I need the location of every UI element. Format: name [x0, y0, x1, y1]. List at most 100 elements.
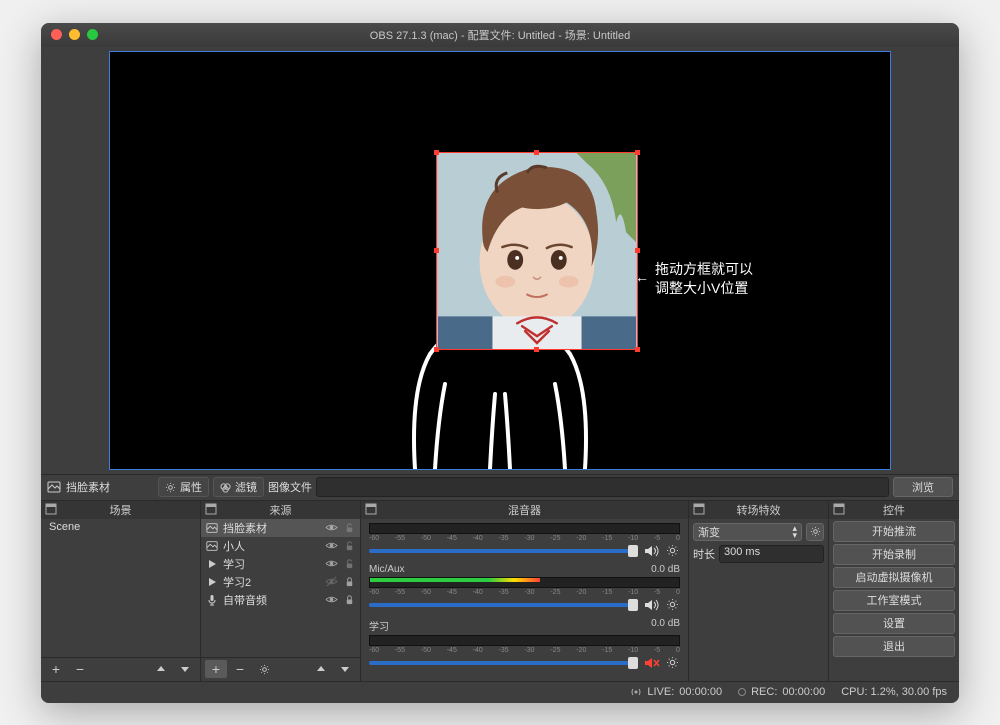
- source-name: 小人: [223, 538, 320, 554]
- file-path-field[interactable]: [316, 477, 889, 497]
- properties-button[interactable]: 属性: [158, 477, 209, 497]
- vu-meter: [369, 635, 680, 646]
- maximize-icon[interactable]: [87, 29, 98, 40]
- resize-handle[interactable]: [434, 150, 439, 155]
- filters-button[interactable]: 滤镜: [213, 477, 264, 497]
- source-item[interactable]: 学习2: [201, 573, 360, 591]
- resize-handle[interactable]: [635, 150, 640, 155]
- media-icon: [205, 575, 219, 589]
- meter-ticks: -60-55-50-45-40-35-30-25-20-15-10-50: [369, 535, 680, 542]
- duration-label: 时长: [693, 546, 715, 562]
- source-item[interactable]: 学习: [201, 555, 360, 573]
- live-status: LIVE: 00:00:00: [630, 686, 722, 698]
- slider-thumb[interactable]: [628, 599, 638, 611]
- scene-item[interactable]: Scene: [41, 519, 200, 535]
- resize-handle[interactable]: [534, 347, 539, 352]
- media-icon: [205, 557, 219, 571]
- mixer-panel: 混音器 -60-55-50-45-40-35-30-25-20-15-10-50…: [361, 501, 689, 681]
- lock-toggle[interactable]: [342, 557, 356, 571]
- volume-slider[interactable]: [369, 549, 638, 553]
- minimize-icon[interactable]: [69, 29, 80, 40]
- remove-button[interactable]: −: [229, 660, 251, 678]
- lock-toggle[interactable]: [342, 539, 356, 553]
- source-item[interactable]: 挡脸素材: [201, 519, 360, 537]
- visibility-toggle[interactable]: [324, 557, 338, 571]
- control-button[interactable]: 启动虚拟摄像机: [833, 567, 955, 588]
- resize-handle[interactable]: [434, 347, 439, 352]
- resize-handle[interactable]: [635, 347, 640, 352]
- volume-slider[interactable]: [369, 661, 638, 665]
- controls-panel: 控件 开始推流开始录制启动虚拟摄像机工作室模式设置退出: [829, 501, 959, 681]
- add-button[interactable]: +: [45, 660, 67, 678]
- source-settings-button[interactable]: [253, 660, 275, 678]
- speaker-mute-icon[interactable]: [644, 656, 660, 670]
- browse-button[interactable]: 浏览: [893, 477, 953, 497]
- source-item[interactable]: 自带音频: [201, 591, 360, 609]
- scenes-panel: 场景 Scene + −: [41, 501, 201, 681]
- transition-type-select[interactable]: 渐变 ▴▾: [693, 523, 802, 541]
- control-button[interactable]: 退出: [833, 636, 955, 657]
- control-button[interactable]: 开始推流: [833, 521, 955, 542]
- slider-thumb[interactable]: [628, 545, 638, 557]
- preview-canvas[interactable]: 拖动方框就可以 调整大小V位置: [109, 51, 891, 470]
- move-down-button[interactable]: [174, 660, 196, 678]
- control-button[interactable]: 工作室模式: [833, 590, 955, 611]
- panel-title: 控件: [883, 502, 905, 518]
- source-item[interactable]: 小人: [201, 537, 360, 555]
- panel-title: 场景: [110, 502, 132, 518]
- selected-source-label: 挡脸素材: [47, 479, 110, 495]
- add-button[interactable]: +: [205, 660, 227, 678]
- dock-icon[interactable]: [365, 503, 377, 515]
- record-dot-icon: [738, 688, 746, 696]
- mixer-channel: -60-55-50-45-40-35-30-25-20-15-10-50: [361, 519, 688, 562]
- control-button[interactable]: 设置: [833, 613, 955, 634]
- control-button[interactable]: 开始录制: [833, 544, 955, 565]
- resize-handle[interactable]: [434, 248, 439, 253]
- sources-list[interactable]: 挡脸素材 小人 学习 学习2 自带音频: [201, 519, 360, 657]
- lock-toggle[interactable]: [342, 521, 356, 535]
- volume-slider[interactable]: [369, 603, 638, 607]
- visibility-toggle[interactable]: [324, 593, 338, 607]
- gear-icon: [165, 482, 176, 493]
- move-up-button[interactable]: [150, 660, 172, 678]
- panel-title: 转场特效: [737, 502, 781, 518]
- speaker-icon[interactable]: [644, 544, 660, 558]
- close-icon[interactable]: [51, 29, 62, 40]
- panel-title: 来源: [270, 502, 292, 518]
- scenes-list[interactable]: Scene: [41, 519, 200, 657]
- gear-icon[interactable]: [666, 656, 680, 670]
- window-title: OBS 27.1.3 (mac) - 配置文件: Untitled - 场景: …: [41, 27, 959, 43]
- move-up-button[interactable]: [310, 660, 332, 678]
- visibility-toggle[interactable]: [324, 539, 338, 553]
- visibility-toggle[interactable]: [324, 575, 338, 589]
- source-name: 学习2: [223, 574, 320, 590]
- resize-handle[interactable]: [534, 150, 539, 155]
- preview-area: 拖动方框就可以 调整大小V位置: [41, 47, 959, 474]
- source-bounding-box[interactable]: [436, 152, 638, 350]
- titlebar[interactable]: OBS 27.1.3 (mac) - 配置文件: Untitled - 场景: …: [41, 23, 959, 47]
- remove-button[interactable]: −: [69, 660, 91, 678]
- dock-icon[interactable]: [833, 503, 845, 515]
- resize-handle[interactable]: [635, 248, 640, 253]
- rec-status: REC: 00:00:00: [738, 686, 825, 698]
- speaker-icon[interactable]: [644, 598, 660, 612]
- dock-icon[interactable]: [205, 503, 217, 515]
- lock-toggle[interactable]: [342, 593, 356, 607]
- transition-settings-button[interactable]: [806, 523, 824, 541]
- panel-title: 混音器: [508, 502, 541, 518]
- image-icon: [205, 521, 219, 535]
- vu-meter: [369, 523, 680, 534]
- visibility-toggle[interactable]: [324, 521, 338, 535]
- dock-icon[interactable]: [693, 503, 705, 515]
- face-image: [437, 153, 637, 349]
- image-file-label: 图像文件: [268, 479, 312, 495]
- dock-icon[interactable]: [45, 503, 57, 515]
- move-down-button[interactable]: [334, 660, 356, 678]
- gear-icon[interactable]: [666, 544, 680, 558]
- meter-ticks: -60-55-50-45-40-35-30-25-20-15-10-50: [369, 647, 680, 654]
- slider-thumb[interactable]: [628, 657, 638, 669]
- duration-input[interactable]: 300 ms: [719, 545, 824, 563]
- lock-toggle[interactable]: [342, 575, 356, 589]
- transitions-panel: 转场特效 渐变 ▴▾ 时长 300 ms: [689, 501, 829, 681]
- gear-icon[interactable]: [666, 598, 680, 612]
